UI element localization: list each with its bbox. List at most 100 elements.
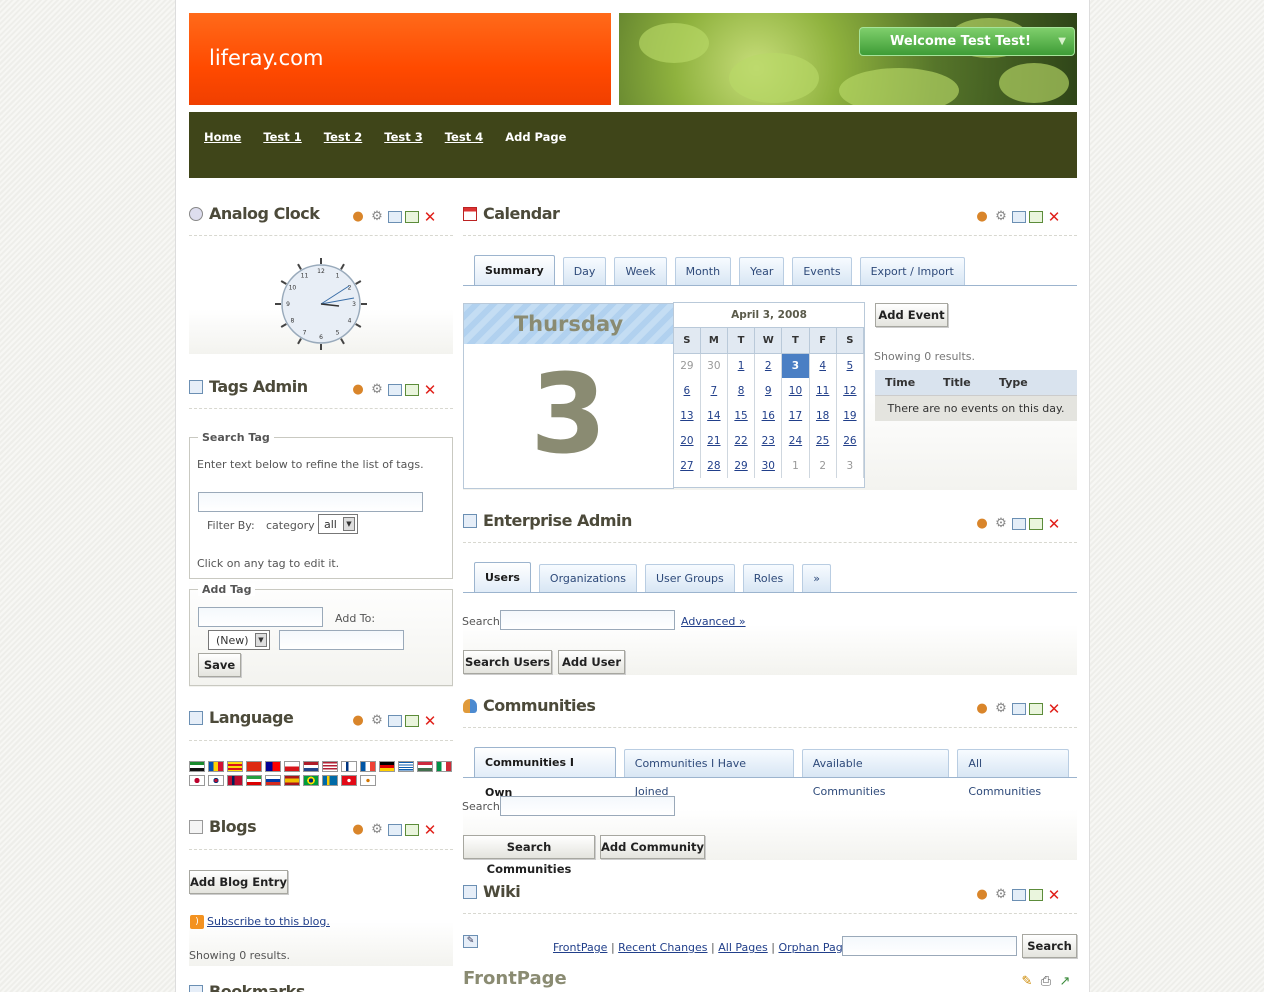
calendar-day-link[interactable]: 2 [765,360,772,372]
calendar-day-link[interactable]: 14 [707,410,720,422]
tab-export-import[interactable]: Export / Import [859,257,965,285]
minimize-icon[interactable] [388,715,402,727]
filter-select[interactable]: all ▼ [318,514,358,534]
add-to-select[interactable]: (New) ▼ [208,630,270,650]
gear-icon[interactable]: ⚙ [369,822,385,838]
look-and-feel-icon[interactable]: ● [350,209,366,225]
gear-icon[interactable]: ⚙ [369,209,385,225]
close-icon[interactable]: ✕ [1046,701,1062,717]
welcome-menu[interactable]: Welcome Test Test! ▼ [859,27,1075,56]
tab-year[interactable]: Year [739,257,785,285]
flag-icon[interactable] [284,761,300,772]
calendar-day-link[interactable]: 4 [819,360,826,372]
calendar-day-link[interactable]: 19 [843,410,856,422]
tab-users[interactable]: Users [474,562,531,592]
search-users-button[interactable]: Search Users [463,650,552,674]
close-icon[interactable]: ✕ [422,822,438,838]
flag-icon[interactable] [189,775,205,786]
calendar-day-link[interactable]: 6 [684,385,691,397]
calendar-day-link[interactable]: 1 [738,360,745,372]
calendar-day-link[interactable]: 3 [792,360,799,372]
look-and-feel-icon[interactable]: ● [974,209,990,225]
calendar-day-link[interactable]: 22 [734,435,747,447]
look-and-feel-icon[interactable]: ● [974,887,990,903]
flag-icon[interactable] [246,775,262,786]
add-event-button[interactable]: Add Event [875,303,948,327]
calendar-day-link[interactable]: 5 [847,360,854,372]
flag-icon[interactable] [284,775,300,786]
export-icon[interactable]: ↗ [1057,974,1073,990]
flag-icon[interactable] [265,775,281,786]
flag-icon[interactable] [322,775,338,786]
minimize-icon[interactable] [1012,703,1026,715]
calendar-day-link[interactable]: 24 [789,435,802,447]
calendar-day-link[interactable]: 16 [762,410,775,422]
tab-organizations[interactable]: Organizations [538,564,637,592]
calendar-day-link[interactable]: 18 [816,410,829,422]
flag-icon[interactable] [360,775,376,786]
flag-icon[interactable] [265,761,281,772]
flag-icon[interactable] [379,761,395,772]
flag-icon[interactable] [208,775,224,786]
add-to-input[interactable] [279,630,404,650]
advanced-search-link[interactable]: Advanced » [681,615,746,628]
flag-icon[interactable] [303,775,319,786]
minimize-icon[interactable] [1012,518,1026,530]
wiki-tool-icon[interactable]: ✎ [463,935,478,948]
calendar-day-link[interactable]: 8 [738,385,745,397]
calendar-day-link[interactable]: 28 [707,460,720,472]
calendar-day-link[interactable]: 12 [843,385,856,397]
flag-icon[interactable] [246,761,262,772]
tab-all-communities[interactable]: All Communities [957,749,1069,798]
close-icon[interactable]: ✕ [1046,209,1062,225]
maximize-icon[interactable] [405,824,419,836]
look-and-feel-icon[interactable]: ● [350,382,366,398]
minimize-icon[interactable] [388,824,402,836]
maximize-icon[interactable] [405,715,419,727]
tab-summary[interactable]: Summary [474,255,555,285]
flag-icon[interactable] [436,761,452,772]
communities-search-input[interactable] [500,796,675,816]
print-icon[interactable]: ⎙ [1038,974,1054,990]
wiki-search-button[interactable]: Search [1022,934,1077,958]
new-tag-input[interactable] [198,607,323,627]
maximize-icon[interactable] [1029,211,1043,223]
flag-icon[interactable] [398,761,414,772]
wiki-search-input[interactable] [842,936,1017,956]
nav-test-1[interactable]: Test 1 [263,130,301,144]
nav-test-3[interactable]: Test 3 [384,130,422,144]
gear-icon[interactable]: ⚙ [993,701,1009,717]
calendar-day-link[interactable]: 21 [707,435,720,447]
tab-communities-joined[interactable]: Communities I Have Joined [623,749,794,798]
edit-icon[interactable]: ✎ [1019,974,1035,990]
flag-icon[interactable] [360,761,376,772]
tab-events[interactable]: Events [792,257,852,285]
calendar-day-link[interactable]: 30 [762,460,775,472]
flag-icon[interactable] [417,761,433,772]
tab-roles[interactable]: Roles [742,564,795,592]
tab-week[interactable]: Week [614,257,667,285]
maximize-icon[interactable] [1029,889,1043,901]
flag-icon[interactable] [303,761,319,772]
calendar-day-link[interactable]: 17 [789,410,802,422]
flag-icon[interactable] [208,761,224,772]
calendar-day-link[interactable]: 25 [816,435,829,447]
site-logo[interactable]: liferay.com [209,46,323,70]
tab-more[interactable]: » [802,564,831,592]
calendar-day-link[interactable]: 7 [711,385,718,397]
look-and-feel-icon[interactable]: ● [350,822,366,838]
minimize-icon[interactable] [388,211,402,223]
nav-home[interactable]: Home [204,130,241,144]
wiki-link-frontpage[interactable]: FrontPage [553,941,607,954]
close-icon[interactable]: ✕ [1046,516,1062,532]
nav-test-4[interactable]: Test 4 [445,130,483,144]
calendar-day-link[interactable]: 26 [843,435,856,447]
maximize-icon[interactable] [405,384,419,396]
add-community-button[interactable]: Add Community [600,835,705,859]
calendar-day-link[interactable]: 15 [734,410,747,422]
save-button[interactable]: Save [198,653,241,677]
calendar-day-link[interactable]: 27 [680,460,693,472]
gear-icon[interactable]: ⚙ [993,209,1009,225]
calendar-day-link[interactable]: 13 [680,410,693,422]
look-and-feel-icon[interactable]: ● [974,701,990,717]
